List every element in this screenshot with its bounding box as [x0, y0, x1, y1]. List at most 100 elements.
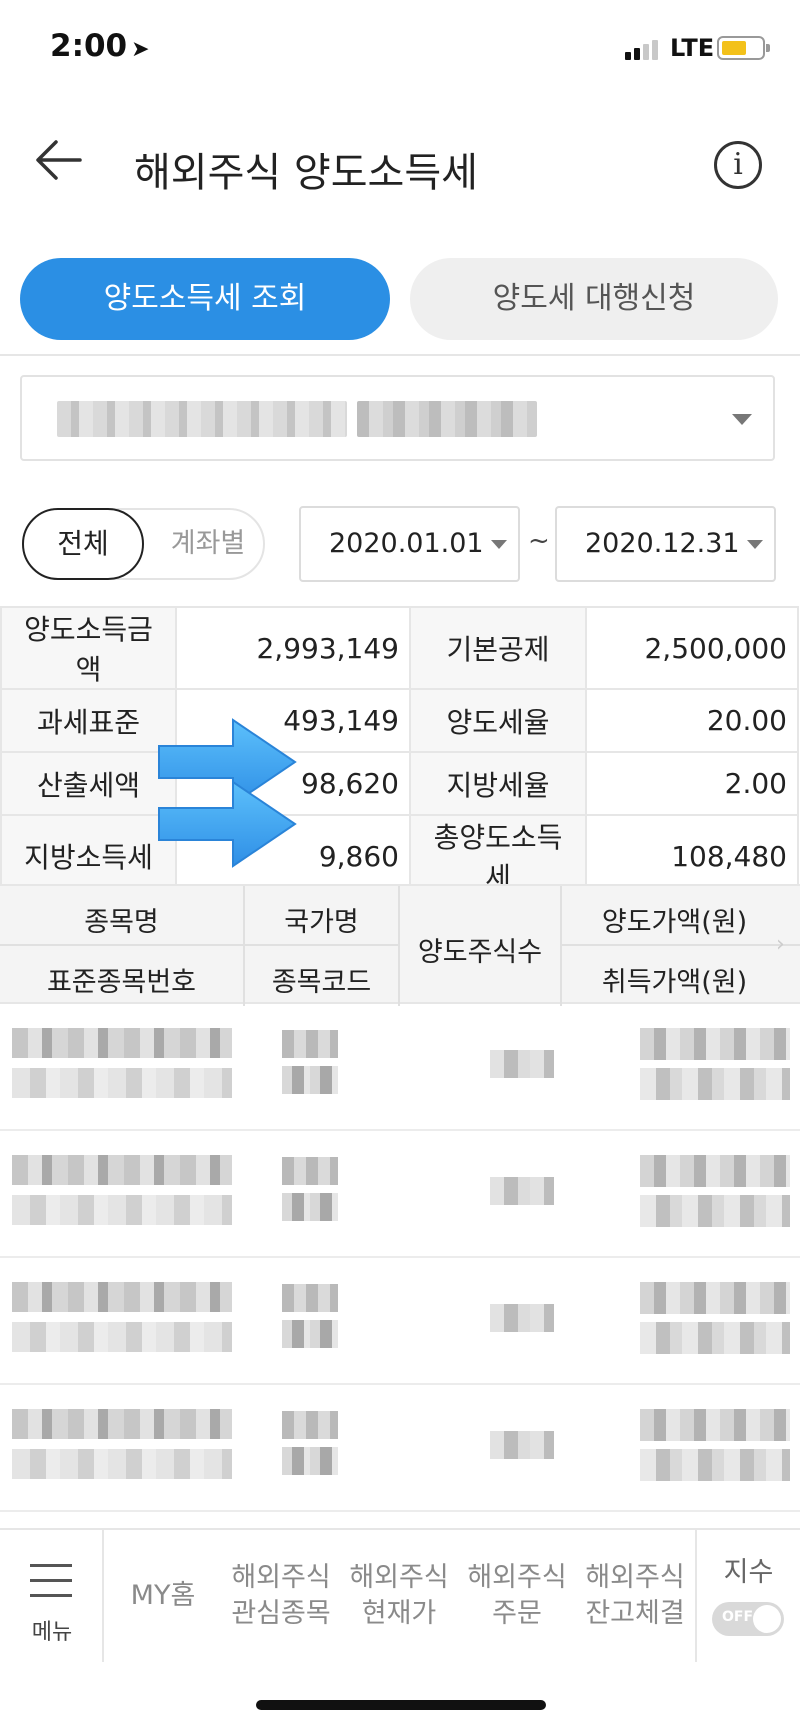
date-to-value: 2020.12.31	[585, 528, 740, 559]
blurred-cell	[490, 1431, 554, 1459]
date-separator: ~	[528, 526, 550, 556]
battery-icon	[717, 36, 770, 60]
blurred-cell	[12, 1409, 232, 1439]
divider	[0, 354, 800, 356]
column-header-name: 종목명	[84, 907, 159, 938]
nav-label-line: 관심종목	[231, 1598, 331, 1629]
tab-tax-agency[interactable]: 양도세 대행신청	[410, 258, 778, 340]
blurred-account-name	[357, 401, 537, 437]
date-from-select[interactable]: 2020.01.01	[299, 506, 520, 582]
info-icon[interactable]: i	[714, 141, 762, 189]
blurred-cell	[640, 1195, 790, 1227]
blurred-cell	[12, 1322, 232, 1352]
blurred-account-number	[57, 401, 347, 437]
blurred-cell	[12, 1449, 232, 1479]
chevron-down-icon	[747, 540, 763, 549]
blurred-cell	[282, 1411, 338, 1439]
blurred-cell	[282, 1193, 338, 1221]
blurred-cell	[490, 1177, 554, 1205]
chevron-right-icon[interactable]: ›	[776, 932, 785, 957]
status-time-text: 2:00	[50, 28, 128, 64]
summary-value: 2,993,149	[175, 606, 411, 690]
blurred-cell	[640, 1282, 790, 1314]
menu-label: 메뉴	[31, 1620, 73, 1645]
summary-label: 지방세율	[409, 751, 587, 816]
summary-value: 20.00	[585, 688, 799, 753]
nav-label-line: 잔고체결	[585, 1598, 685, 1629]
header: 해외주식 양도소득세 i	[0, 110, 800, 220]
blurred-cell	[490, 1304, 554, 1332]
table-row[interactable]	[0, 1133, 800, 1258]
status-time: 2:00 ➤	[50, 28, 150, 64]
column-header-quantity: 양도주식수	[417, 937, 543, 968]
nav-watchlist[interactable]: 해외주식 관심종목	[222, 1560, 340, 1632]
nav-quote[interactable]: 해외주식 현재가	[340, 1560, 458, 1632]
index-label: 지수	[723, 1557, 774, 1588]
annotation-arrows	[158, 718, 297, 868]
blurred-cell	[640, 1028, 790, 1060]
blurred-cell	[282, 1284, 338, 1312]
blurred-cell	[12, 1155, 232, 1185]
home-indicator[interactable]	[256, 1700, 546, 1710]
nav-my-home[interactable]: MY홈	[104, 1578, 222, 1614]
nav-label-line: 해외주식	[467, 1562, 567, 1593]
nav-label-line: 주문	[492, 1598, 542, 1629]
nav-balance[interactable]: 해외주식 잔고체결	[576, 1560, 694, 1632]
scope-by-account-button[interactable]: 계좌별	[158, 510, 258, 578]
scope-toggle: 전체 계좌별	[22, 508, 265, 580]
blurred-cell	[282, 1447, 338, 1475]
nav-order[interactable]: 해외주식 주문	[458, 1560, 576, 1632]
nav-label-line: 현재가	[361, 1598, 437, 1629]
blurred-cell	[12, 1282, 232, 1312]
blurred-cell	[640, 1409, 790, 1441]
column-header-country: 국가명	[284, 907, 359, 938]
table-row: 과세표준 493,149 양도세율 20.00	[0, 688, 799, 753]
hamburger-icon	[30, 1564, 72, 1609]
column-header-buy-amount: 취득가액(원)	[601, 967, 748, 998]
blurred-cell	[282, 1320, 338, 1348]
summary-label: 기본공제	[409, 606, 587, 690]
blurred-cell	[282, 1157, 338, 1185]
blurred-cell	[640, 1155, 790, 1187]
summary-label: 과세표준	[0, 688, 177, 753]
summary-label: 산출세액	[0, 751, 177, 816]
toggle-state: OFF	[722, 1609, 754, 1625]
blurred-cell	[12, 1028, 232, 1058]
column-header-std-code: 표준종목번호	[46, 967, 197, 998]
back-arrow-icon[interactable]	[30, 130, 90, 190]
summary-label: 양도세율	[409, 688, 587, 753]
menu-button[interactable]: 메뉴	[0, 1530, 104, 1662]
nav-label-line: 해외주식	[349, 1562, 449, 1593]
date-to-select[interactable]: 2020.12.31	[555, 506, 776, 582]
scope-all-button[interactable]: 전체	[22, 508, 144, 580]
table-row: 산출세액 98,620 지방세율 2.00	[0, 751, 799, 816]
table-row[interactable]	[0, 1260, 800, 1385]
holdings-table-header: 종목명 국가명 양도주식수 양도가액(원) 표준종목번호 종목코드 취득가액(원…	[0, 884, 800, 1006]
blurred-cell	[12, 1068, 232, 1098]
blurred-cell	[490, 1050, 554, 1078]
blurred-cell	[640, 1068, 790, 1100]
page-title: 해외주식 양도소득세	[134, 150, 478, 196]
arrow-shape	[158, 780, 297, 868]
index-toggle[interactable]: OFF	[712, 1602, 784, 1636]
network-label: LTE	[670, 34, 715, 62]
chevron-down-icon	[491, 540, 507, 549]
blurred-cell	[282, 1030, 338, 1058]
blurred-cell	[12, 1195, 232, 1225]
status-bar: 2:00 ➤ LTE	[0, 0, 800, 100]
location-icon: ➤	[131, 37, 150, 62]
bottom-nav: 메뉴 MY홈 해외주식 관심종목 해외주식 현재가 해외주식 주문 해외주식 잔…	[0, 1528, 800, 1662]
summary-label: 양도소득금액	[0, 606, 177, 690]
tax-summary-table: 양도소득금액 2,993,149 기본공제 2,500,000 과세표준 493…	[0, 606, 799, 898]
arrow-shape	[158, 718, 297, 806]
chevron-down-icon	[732, 414, 752, 425]
account-select[interactable]	[20, 375, 775, 461]
cellular-signal-icon	[625, 38, 661, 60]
table-row[interactable]	[0, 1006, 800, 1131]
table-row[interactable]	[0, 1387, 800, 1512]
nav-label-line: 해외주식	[231, 1562, 331, 1593]
tab-tax-inquiry[interactable]: 양도소득세 조회	[20, 258, 390, 340]
blurred-cell	[640, 1449, 790, 1481]
table-row: 양도소득금액 2,993,149 기본공제 2,500,000	[0, 606, 799, 690]
toggle-knob	[753, 1605, 781, 1633]
